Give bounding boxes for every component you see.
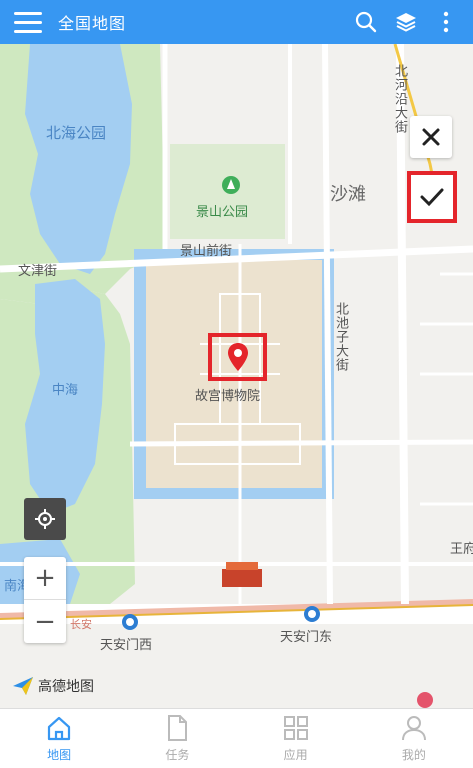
bottom-tab-bar: 地图 任务 应用 我的	[0, 708, 473, 768]
tab-map[interactable]: 地图	[0, 709, 118, 768]
label-changan: 长安	[70, 618, 92, 631]
zoom-in-button[interactable]: +	[24, 557, 66, 600]
user-icon	[401, 716, 426, 741]
label-tiananmen-east: 天安门东	[280, 630, 333, 645]
label-beiheyan: 北河沿大街	[392, 64, 407, 134]
logo-text: 高德地图	[38, 679, 94, 695]
label-beichizi: 北池子大街	[333, 302, 348, 372]
label-gugong: 故宫博物院	[195, 389, 261, 404]
label-jingshan: 景山公园	[196, 205, 249, 220]
amap-logo-icon	[13, 677, 33, 695]
label-zhonghai: 中海	[52, 383, 79, 398]
location-pin-icon	[227, 343, 248, 371]
crosshair-icon	[35, 509, 55, 529]
home-icon	[48, 716, 71, 741]
page-title: 全国地图	[58, 14, 127, 33]
label-beihai: 北海公园	[46, 124, 107, 142]
map-view[interactable]: 北海公园 景山公园 沙滩 景山前街 文津街 北池子大街 北河沿大街 故宫博物院 …	[0, 44, 473, 708]
tab-tasks-label: 任务	[165, 748, 190, 762]
close-icon	[422, 128, 440, 146]
search-icon[interactable]	[353, 9, 379, 35]
map-app: 全国地图 北海公园 景山公园 沙滩 景山前街 文津街 北池子大街 北河沿大街 故…	[0, 0, 473, 768]
tab-profile-label: 我的	[401, 748, 426, 762]
tab-tasks[interactable]: 任务	[118, 709, 236, 768]
confirm-button[interactable]	[407, 171, 457, 223]
label-tiananmen-west: 天安门西	[100, 638, 153, 653]
selected-location-frame[interactable]	[208, 333, 267, 381]
map-logo: 高德地图	[12, 676, 94, 696]
zoom-control: + −	[24, 557, 66, 643]
tab-apps-label: 应用	[283, 748, 308, 762]
check-icon	[420, 188, 444, 207]
label-wangfu: 王府	[450, 542, 473, 557]
more-icon[interactable]	[433, 9, 459, 35]
label-wenjin: 文津街	[18, 264, 58, 279]
top-actions	[353, 9, 459, 35]
layers-icon[interactable]	[393, 9, 419, 35]
label-jingshan-front: 景山前街	[180, 244, 233, 259]
locate-button[interactable]	[24, 498, 66, 540]
grid-icon	[283, 716, 308, 740]
tab-profile[interactable]: 我的	[355, 709, 473, 768]
cancel-button[interactable]	[410, 116, 452, 158]
tab-apps[interactable]: 应用	[237, 709, 355, 768]
tab-map-label: 地图	[47, 748, 72, 762]
zoom-out-button[interactable]: −	[24, 600, 66, 643]
label-shatan: 沙滩	[330, 184, 366, 205]
menu-icon[interactable]	[6, 0, 50, 44]
document-icon	[168, 715, 188, 741]
top-bar: 全国地图	[0, 0, 473, 44]
